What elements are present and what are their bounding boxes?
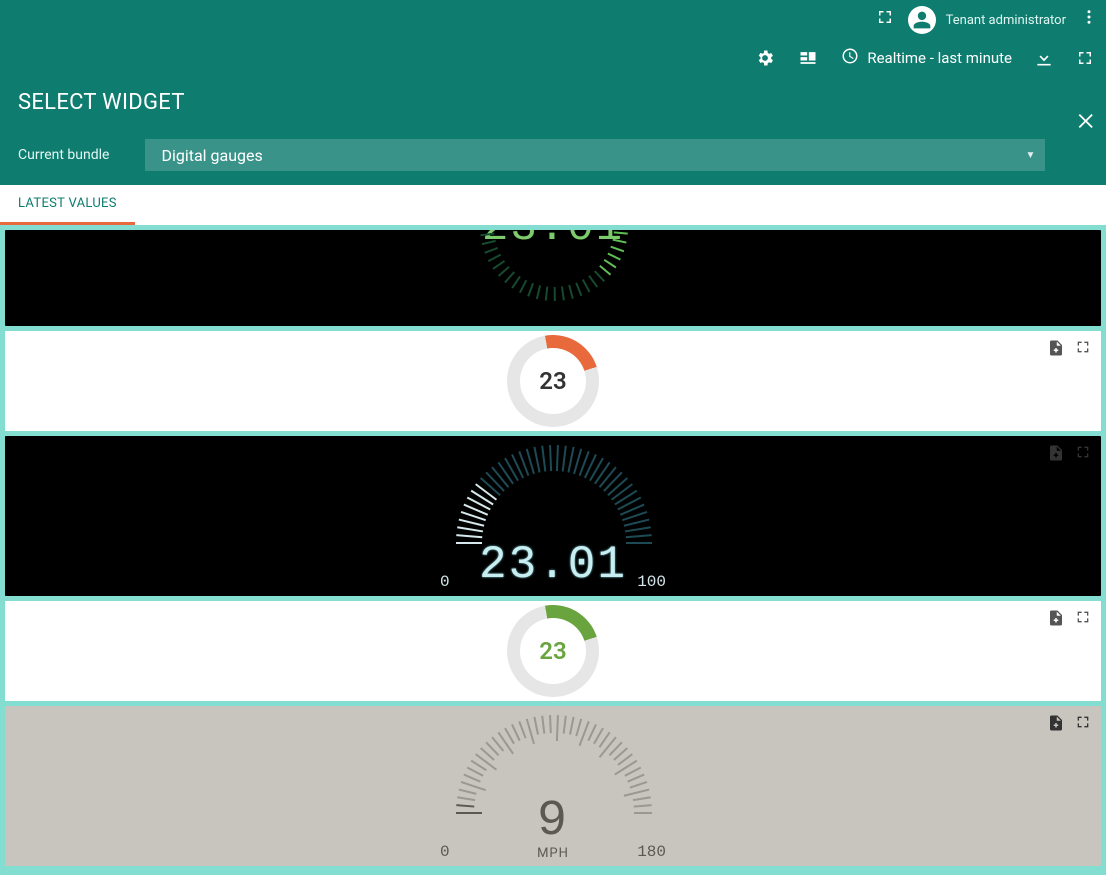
expand-icon[interactable] [1076, 49, 1094, 67]
dashboard-toolbar: Realtime - last minute [0, 38, 1106, 78]
gauge-max: 100 [637, 573, 666, 591]
close-icon[interactable] [1076, 110, 1098, 136]
widget-card[interactable]: 23 [5, 601, 1101, 701]
entity-aliases-icon[interactable] [797, 48, 819, 68]
user-role-label: Tenant administrator [946, 13, 1066, 28]
maximize-icon[interactable] [1075, 444, 1091, 466]
maximize-icon[interactable] [1075, 714, 1091, 736]
add-widget-icon[interactable] [1047, 609, 1065, 631]
gauge-min: 0 [440, 843, 450, 861]
time-window-label: Realtime - last minute [867, 49, 1012, 67]
gauge-max: 180 [637, 843, 666, 861]
bundle-select-value: Digital gauges [161, 146, 262, 165]
widget-type-tabs: LATEST VALUES [0, 185, 1106, 225]
widget-card[interactable]: 23.01 0 100 [5, 436, 1101, 596]
widget-card[interactable]: 9 MPH 0 180 [5, 706, 1101, 866]
widget-card[interactable]: 23.01 [5, 230, 1101, 326]
bundle-select[interactable]: Digital gauges ▼ [145, 139, 1045, 171]
add-widget-icon[interactable] [1047, 714, 1065, 736]
user-block[interactable]: Tenant administrator [908, 4, 1066, 34]
panel-title: SELECT WIDGET [18, 90, 1088, 115]
add-widget-icon[interactable] [1047, 444, 1065, 466]
maximize-icon[interactable] [1075, 339, 1091, 361]
select-widget-header: SELECT WIDGET Current bundle Digital gau… [0, 78, 1106, 185]
avatar-icon [908, 6, 936, 34]
clock-icon [841, 47, 859, 69]
download-icon[interactable] [1034, 48, 1054, 68]
ring-gauge: 23 [500, 598, 607, 705]
tab-label: LATEST VALUES [18, 196, 117, 211]
chevron-down-icon: ▼ [1026, 150, 1036, 161]
top-bar: Tenant administrator [0, 0, 1106, 38]
maximize-icon[interactable] [1075, 609, 1091, 631]
gauge-min: 0 [440, 573, 450, 591]
widget-card[interactable]: 23 [5, 331, 1101, 431]
fullscreen-icon[interactable] [876, 8, 894, 30]
gauge-value: 23 [520, 618, 586, 684]
ring-gauge: 23 [500, 328, 607, 435]
gauge-value: 23 [520, 348, 586, 414]
widget-list: 23.01 23 23.01 0 100 [0, 225, 1106, 875]
time-window-button[interactable]: Realtime - last minute [841, 47, 1012, 69]
bundle-field-label: Current bundle [18, 147, 109, 163]
gear-icon[interactable] [755, 48, 775, 68]
add-widget-icon[interactable] [1047, 339, 1065, 361]
more-vert-icon[interactable] [1080, 8, 1098, 30]
tab-latest-values[interactable]: LATEST VALUES [0, 185, 135, 225]
